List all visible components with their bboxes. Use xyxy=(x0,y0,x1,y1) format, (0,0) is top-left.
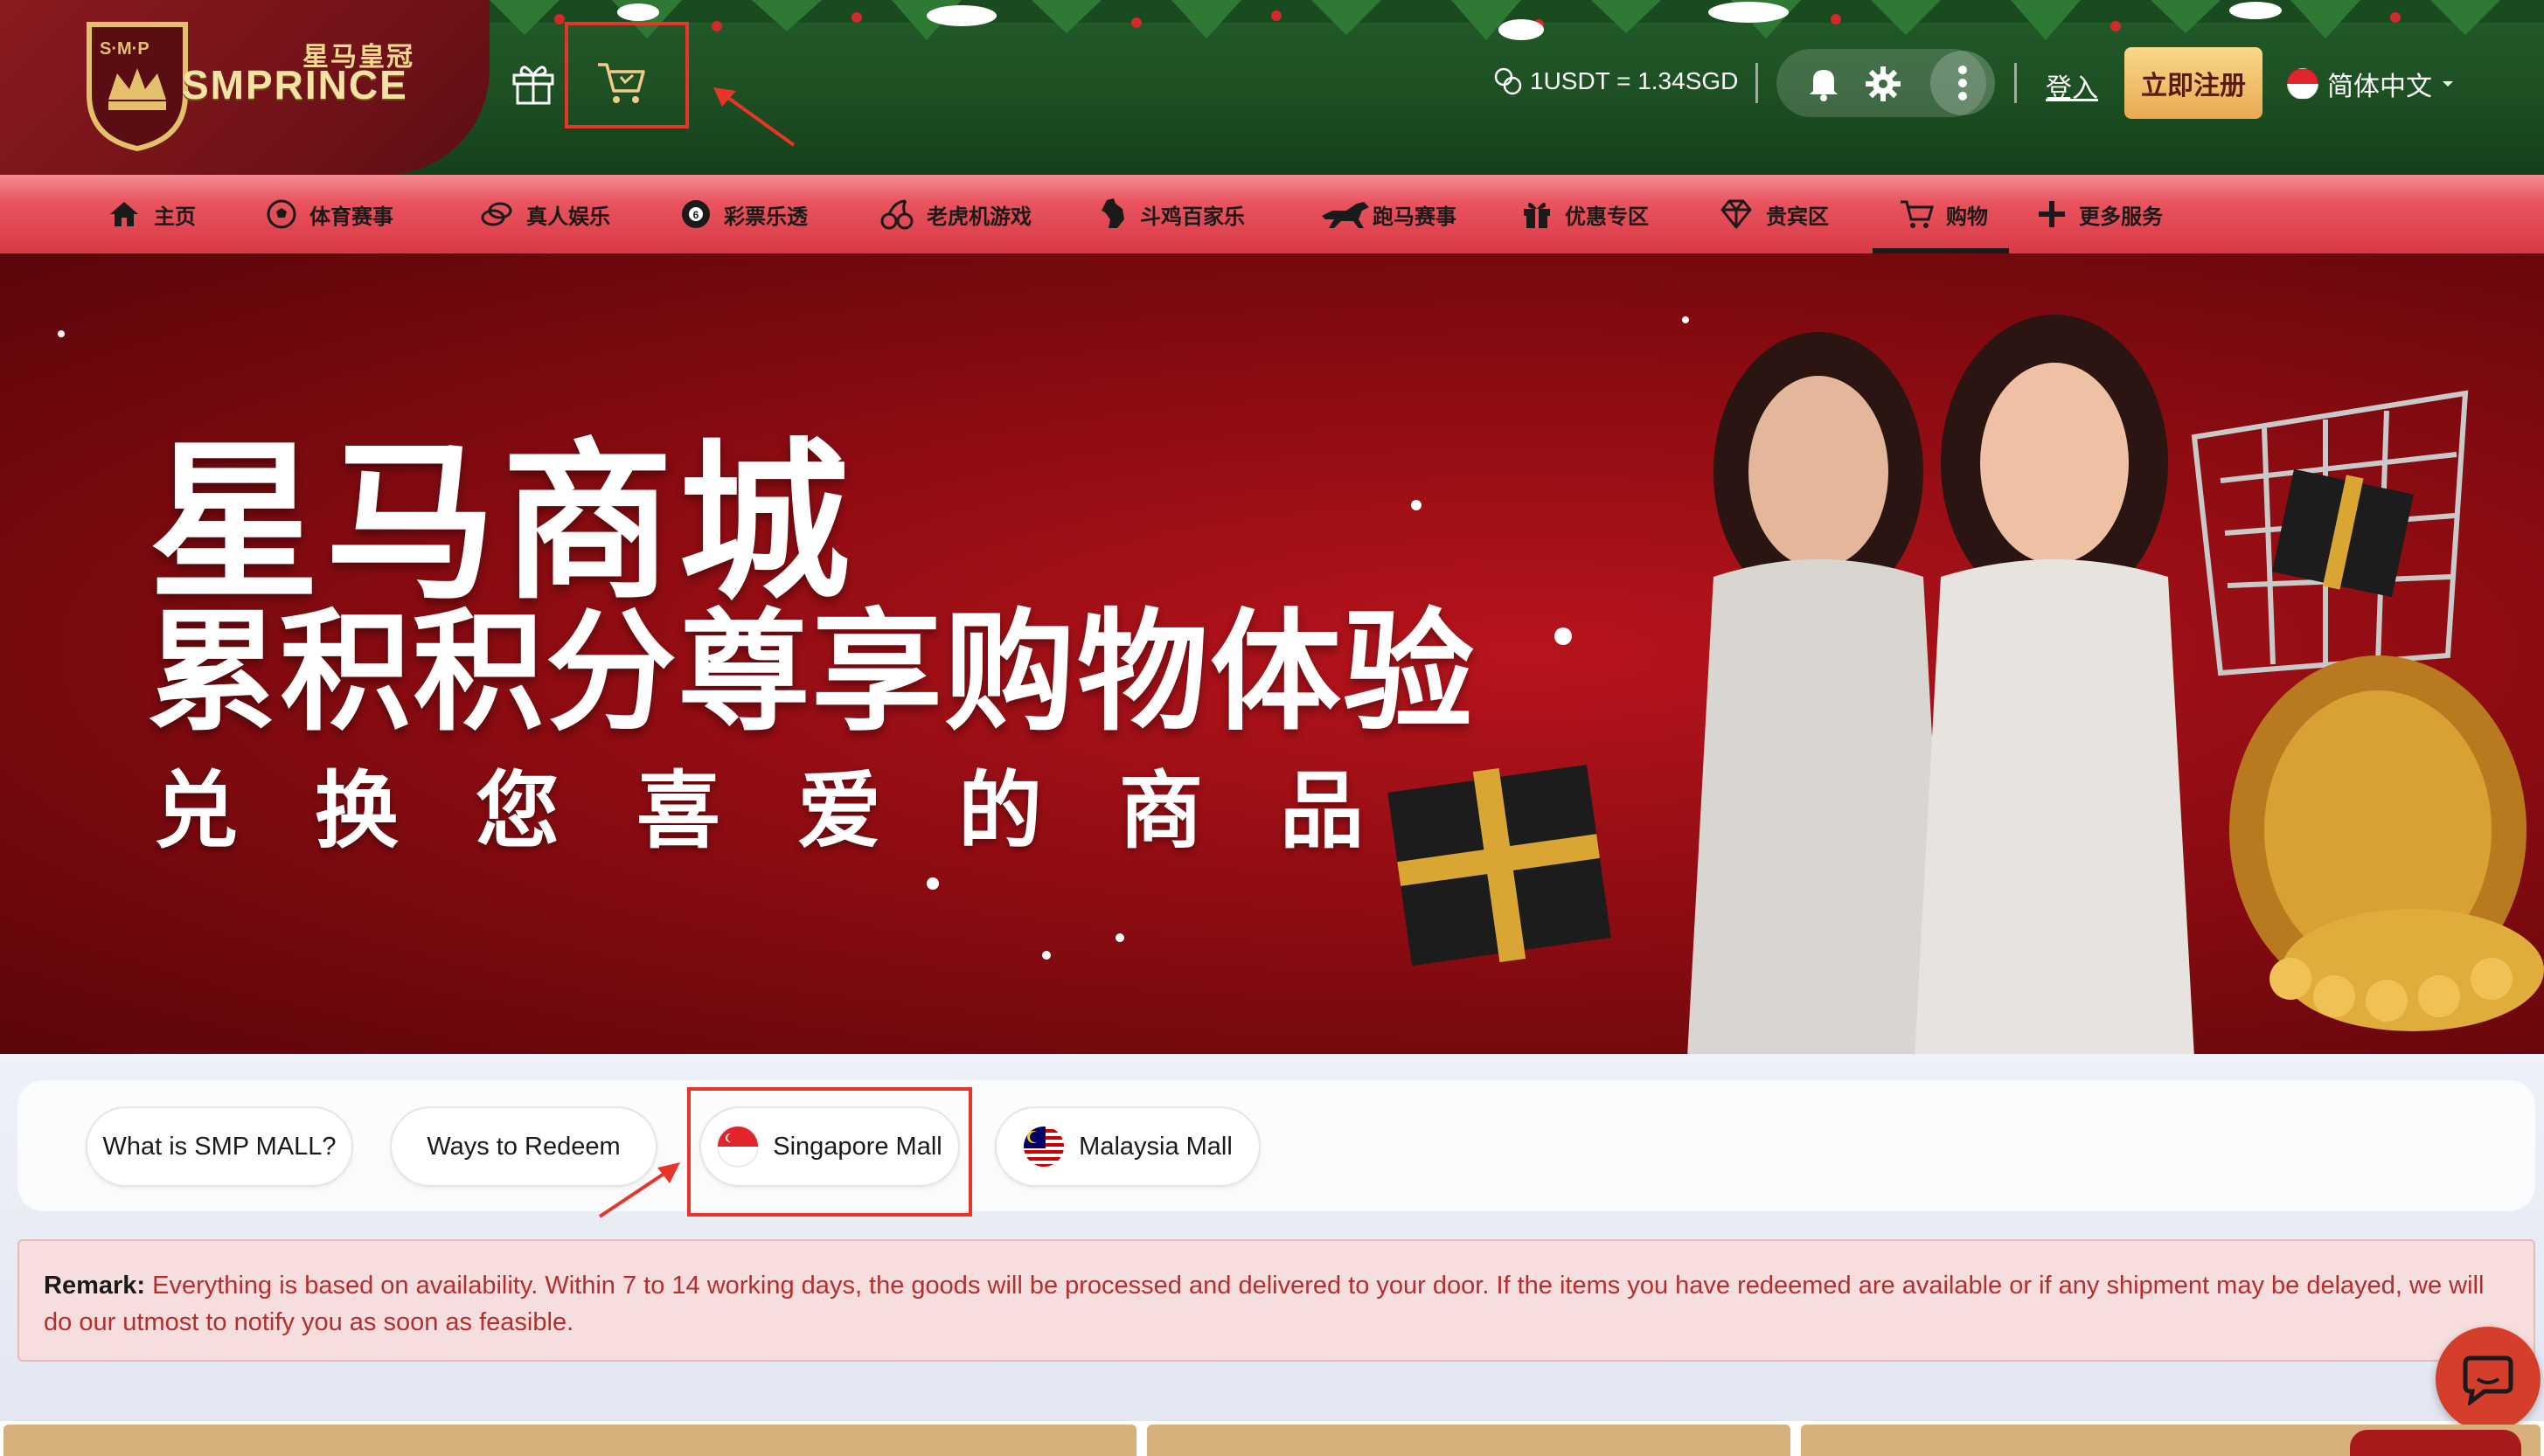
remark-text: Everything is based on availability. Wit… xyxy=(44,1272,2485,1336)
cart-annotation-box xyxy=(565,22,689,128)
logo-english-text: SMPRINCE xyxy=(182,62,408,107)
cherry-icon xyxy=(880,199,914,230)
exchange-rate: 1USDT = 1.34SGD xyxy=(1493,66,1738,96)
snowflake-dot xyxy=(58,330,65,337)
nav-label: 更多服务 xyxy=(2079,205,2163,229)
header-divider xyxy=(2014,63,2017,103)
nav-item-vip[interactable]: 贵宾区 xyxy=(1719,175,1829,253)
banner-models-and-gifts-illustration xyxy=(1387,315,2544,1054)
nav-item-home[interactable]: 主页 xyxy=(107,175,196,253)
coins-icon xyxy=(1494,67,1522,95)
banner-tagline: 兑换您喜爱的商品 xyxy=(154,765,1441,858)
soccer-ball-icon xyxy=(267,199,296,229)
nav-item-horse-racing[interactable]: 跑马赛事 xyxy=(1320,175,1456,253)
nav-item-more-services[interactable]: 更多服务 xyxy=(2037,175,2163,253)
snowflake-dot xyxy=(1042,951,1051,960)
nav-label: 购物 xyxy=(1946,205,1988,229)
register-button[interactable]: 立即注册 xyxy=(2124,47,2262,119)
plus-icon xyxy=(2039,201,2065,227)
live-chat-button[interactable] xyxy=(2436,1327,2541,1432)
lottery-ball-icon: 6 xyxy=(682,200,710,228)
vertical-dots-icon xyxy=(1958,66,1967,101)
product-card[interactable] xyxy=(1147,1425,1790,1456)
nav-label: 主页 xyxy=(154,205,196,229)
tab-label: Malaysia Mall xyxy=(1079,1132,1233,1161)
tab-malaysia-mall[interactable]: Malaysia Mall xyxy=(995,1106,1261,1187)
annotation-arrow-icon xyxy=(713,87,796,147)
nav-item-cockfight-baccarat[interactable]: 斗鸡百家乐 xyxy=(1098,175,1245,253)
card-action-button[interactable] xyxy=(2350,1430,2521,1456)
diamond-icon xyxy=(1720,199,1752,229)
nav-item-live-casino[interactable]: 真人娱乐 xyxy=(479,175,610,253)
annotation-arrow-icon xyxy=(598,1162,680,1218)
horse-icon xyxy=(1322,202,1369,228)
remark-label: Remark: xyxy=(44,1272,146,1300)
header-divider xyxy=(1755,63,1758,103)
svg-text:S·M·P: S·M·P xyxy=(100,39,149,59)
nav-label: 体育赛事 xyxy=(309,205,393,229)
nav-item-lottery[interactable]: 6 彩票乐透 xyxy=(680,175,808,253)
promo-banner: 星马商城 累积积分尊享购物体验 兑换您喜爱的商品 xyxy=(0,253,2544,1054)
nav-label: 优惠专区 xyxy=(1565,205,1649,229)
nav-label: 真人娱乐 xyxy=(526,205,610,229)
main-nav: 主页 体育赛事 真人娱乐 6 彩票乐透 老虎机游戏 斗鸡百家乐 跑马赛事 优惠专… xyxy=(0,175,2544,253)
nav-item-shopping[interactable]: 购物 xyxy=(1899,175,1988,253)
nav-item-slots[interactable]: 老虎机游戏 xyxy=(879,175,1032,253)
chips-icon xyxy=(481,202,512,226)
banner-subtitle: 累积积分尊享购物体验 xyxy=(147,599,1477,745)
nav-label: 贵宾区 xyxy=(1766,205,1829,229)
singapore-mall-annotation-box xyxy=(687,1087,972,1217)
language-label: 简体中文 xyxy=(2327,73,2432,101)
nav-item-promotions[interactable]: 优惠专区 xyxy=(1521,175,1649,253)
gear-icon[interactable] xyxy=(1864,65,1902,103)
rooster-icon xyxy=(1102,198,1124,228)
home-icon xyxy=(110,202,138,226)
remark-notice: Remark: Everything is based on availabil… xyxy=(17,1239,2535,1362)
bell-icon[interactable] xyxy=(1806,65,1841,101)
snowflake-dot xyxy=(1411,500,1421,510)
nav-label: 彩票乐透 xyxy=(724,205,808,229)
exchange-rate-text: 1USDT = 1.34SGD xyxy=(1530,67,1739,94)
nav-item-sports[interactable]: 体育赛事 xyxy=(266,175,393,253)
snowflake-dot xyxy=(927,877,939,890)
chat-bubble-icon xyxy=(2463,1355,2513,1405)
login-link[interactable]: 登入 xyxy=(2046,66,2098,105)
tab-what-is-smp-mall[interactable]: What is SMP MALL? xyxy=(86,1106,353,1187)
nav-label: 老虎机游戏 xyxy=(927,205,1032,229)
tab-label: Ways to Redeem xyxy=(427,1132,621,1161)
cart-icon xyxy=(1901,200,1934,228)
nav-label: 斗鸡百家乐 xyxy=(1140,205,1245,229)
snowflake-dot xyxy=(1682,316,1689,323)
nav-label: 跑马赛事 xyxy=(1373,205,1456,229)
top-header: S·M·P 星马皇冠 SMPRINCE 1USDT = 1.34SGD 登入 立… xyxy=(0,0,2544,175)
svg-text:6: 6 xyxy=(693,209,699,221)
gift-icon[interactable] xyxy=(509,58,558,107)
singapore-flag-icon xyxy=(2287,68,2318,100)
gift-icon xyxy=(1524,202,1550,228)
tab-label: What is SMP MALL? xyxy=(102,1132,337,1161)
malaysia-flag-icon xyxy=(1024,1127,1065,1167)
language-selector[interactable]: 简体中文 xyxy=(2287,65,2455,103)
caret-down-icon xyxy=(2443,81,2453,87)
product-card[interactable] xyxy=(3,1425,1136,1456)
snowflake-dot xyxy=(1554,627,1572,645)
snowflake-dot xyxy=(1116,933,1124,942)
more-options-button[interactable] xyxy=(1930,51,1995,115)
